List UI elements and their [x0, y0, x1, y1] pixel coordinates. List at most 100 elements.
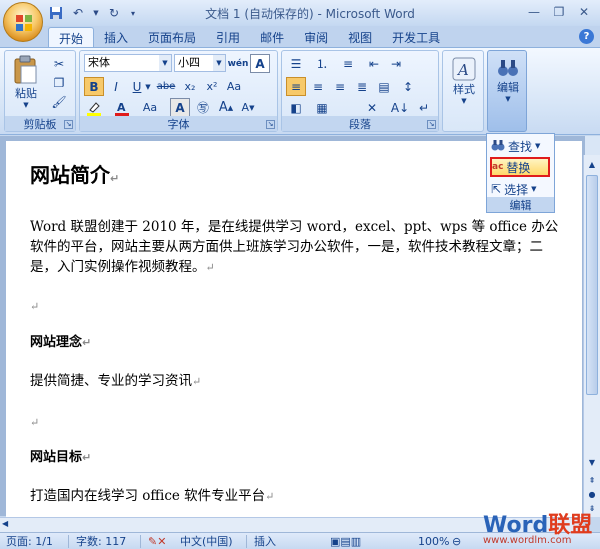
change-case-icon[interactable]: Aa [224, 77, 244, 96]
align-left-icon[interactable]: ≡ [286, 77, 306, 96]
paste-icon [14, 55, 37, 84]
strikethrough-icon[interactable]: abe [156, 77, 176, 96]
tab-view[interactable]: 视图 [338, 27, 382, 48]
tab-home[interactable]: 开始 [48, 27, 95, 48]
scroll-down-icon[interactable]: ▼ [585, 455, 599, 469]
superscript-icon[interactable]: x² [202, 77, 222, 96]
paragraph-group-label: 段落 [282, 116, 438, 131]
proofing-icon[interactable]: ✎✕ [148, 534, 166, 549]
line-spacing-icon[interactable]: ↕ [398, 77, 418, 96]
increase-font-icon[interactable]: A ▲ [216, 98, 236, 117]
borders-icon[interactable]: ▦ [312, 98, 332, 117]
clipboard-launcher-icon[interactable]: ↘ [64, 120, 73, 129]
editing-dropdown-icon[interactable]: ▼ [505, 95, 510, 103]
paste-button[interactable]: 粘贴 ▼ [9, 55, 43, 109]
asian-layout-icon[interactable]: ✕ [362, 98, 382, 117]
decrease-indent-icon[interactable]: ⇤ [364, 54, 384, 73]
align-right-icon[interactable]: ≡ [330, 77, 350, 96]
font-launcher-icon[interactable]: ↘ [266, 120, 275, 129]
editing-button[interactable]: 编辑 ▼ [491, 57, 525, 103]
undo-dropdown-icon[interactable]: ▼ [92, 5, 100, 21]
subscript-icon[interactable]: x₂ [180, 77, 200, 96]
window-title: 文档 1 (自动保存的) - Microsoft Word [205, 7, 415, 21]
scroll-up-icon[interactable]: ▲ [585, 157, 599, 171]
language-status[interactable]: 中文(中国) [180, 534, 233, 549]
print-layout-icon[interactable]: ▣▤▥ [330, 534, 361, 549]
scroll-left-icon[interactable]: ◀ [2, 519, 8, 528]
font-name-combo[interactable]: 宋体 ▼ [84, 54, 172, 72]
justify-icon[interactable]: ≣ [352, 77, 372, 96]
italic-icon[interactable]: I [106, 77, 126, 96]
sort-icon[interactable]: A↓ [390, 98, 410, 117]
editing-group[interactable]: 编辑 ▼ [487, 50, 527, 132]
styles-dropdown-icon[interactable]: ▼ [461, 97, 466, 105]
show-marks-icon[interactable]: ↵ [414, 98, 434, 117]
format-painter-icon[interactable]: 🖌 [49, 92, 69, 111]
tab-developer[interactable]: 开发工具 [382, 27, 450, 48]
bold-icon[interactable]: B [84, 77, 104, 96]
numbering-icon[interactable]: ⒈ [312, 54, 332, 73]
align-center-icon[interactable]: ≡ [308, 77, 328, 96]
paste-dropdown-icon[interactable]: ▼ [23, 101, 28, 109]
increase-indent-icon[interactable]: ⇥ [386, 54, 406, 73]
find-dropdown-icon[interactable]: ▼ [535, 142, 540, 150]
font-group: 宋体 ▼ 小四 ▼ wén A B I U ▼ abe x₂ x² Aa A A… [79, 50, 278, 132]
bullets-icon[interactable]: ☰ [286, 54, 306, 73]
window-controls: — ❐ ✕ [522, 3, 596, 21]
grow-font-icon[interactable]: Aa [140, 98, 160, 117]
font-name-dropdown-icon[interactable]: ▼ [159, 55, 171, 71]
minimize-button[interactable]: — [522, 3, 546, 21]
tab-mailings[interactable]: 邮件 [250, 27, 294, 48]
cursor-icon: ⇱ [491, 182, 502, 196]
tab-insert[interactable]: 插入 [94, 27, 138, 48]
customize-qat-icon[interactable]: ▾ [128, 5, 138, 21]
office-button[interactable] [3, 2, 43, 42]
distribute-icon[interactable]: ▤ [374, 77, 394, 96]
tab-review[interactable]: 审阅 [294, 27, 338, 48]
save-icon[interactable] [48, 5, 64, 21]
undo-icon[interactable]: ↶ [70, 5, 86, 21]
doc-subheading-goal: 网站目标↵ [30, 450, 92, 465]
decrease-font-icon[interactable]: A ▼ [238, 98, 258, 117]
select-button[interactable]: ⇱ 选择 ▼ [491, 179, 553, 199]
browse-object-icon[interactable]: ● [585, 487, 599, 501]
styles-button[interactable]: A 样式 ▼ [447, 57, 481, 105]
paragraph-mark: ↵ [30, 416, 40, 429]
find-button[interactable]: 查找 ▼ [491, 136, 553, 156]
cut-icon[interactable]: ✂ [49, 54, 69, 73]
font-size-dropdown-icon[interactable]: ▼ [213, 55, 225, 71]
clear-format-icon[interactable]: wén [228, 54, 249, 73]
vertical-scrollbar[interactable]: ▲ ▼ ⇞ ● ⇟ [583, 155, 600, 517]
ribbon-tabs: 开始 插入 页面布局 引用 邮件 审阅 视图 开发工具 [48, 27, 450, 48]
insert-mode[interactable]: 插入 [254, 534, 276, 549]
replace-label: 替换 [506, 160, 531, 175]
font-name-value: 宋体 [88, 56, 110, 69]
zoom-level[interactable]: 100% [418, 534, 449, 549]
font-size-combo[interactable]: 小四 ▼ [174, 54, 226, 72]
tab-references[interactable]: 引用 [206, 27, 250, 48]
help-icon[interactable]: ? [579, 29, 594, 44]
maximize-button[interactable]: ❐ [547, 3, 571, 21]
char-shading-icon[interactable]: A [170, 98, 190, 117]
word-count[interactable]: 字数: 117 [76, 534, 126, 549]
replace-button[interactable]: ac 替换 [490, 157, 550, 177]
highlight-icon[interactable] [84, 98, 104, 117]
paragraph-launcher-icon[interactable]: ↘ [427, 120, 436, 129]
page-count[interactable]: 页面: 1/1 [6, 534, 53, 549]
font-group-label: 字体 [80, 116, 277, 131]
doc-paragraph-intro: Word 联盟创建于 2010 年，是在线提供学习 word，excel、ppt… [30, 219, 559, 275]
multilevel-list-icon[interactable]: ≡ [338, 54, 358, 73]
select-dropdown-icon[interactable]: ▼ [531, 185, 536, 193]
underline-dropdown-icon[interactable]: ▼ [143, 77, 153, 96]
redo-icon[interactable]: ↻ [106, 5, 122, 21]
prev-page-icon[interactable]: ⇞ [585, 473, 599, 487]
copy-icon[interactable]: ❐ [49, 73, 69, 92]
char-border-icon[interactable]: A [250, 54, 270, 73]
font-color-icon[interactable]: A [112, 98, 132, 117]
close-button[interactable]: ✕ [572, 3, 596, 21]
vertical-scroll-thumb[interactable] [586, 175, 598, 395]
shading-icon[interactable]: ◧ [286, 98, 306, 117]
zoom-out-icon[interactable]: ⊖ [452, 534, 461, 549]
enclose-char-icon[interactable]: ㊢ [193, 98, 213, 117]
tab-page-layout[interactable]: 页面布局 [138, 27, 206, 48]
